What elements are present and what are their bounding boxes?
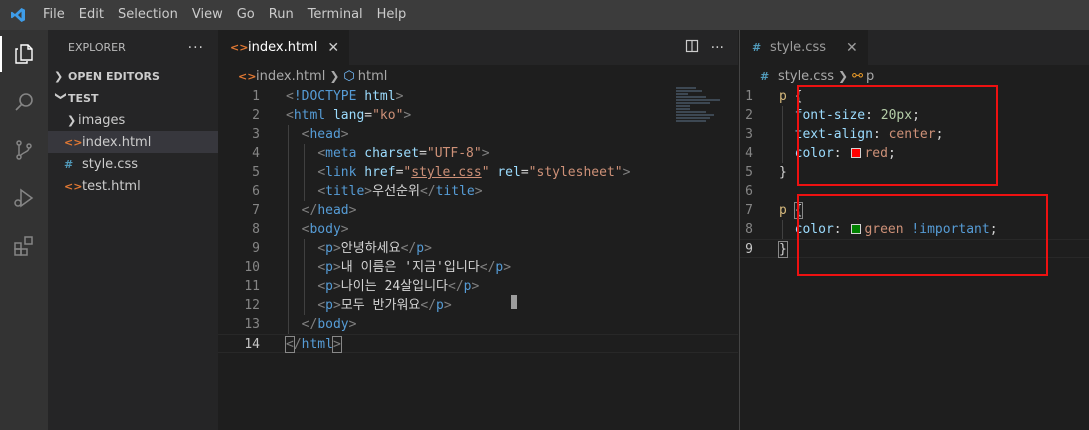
breadcrumb-file[interactable]: index.html [256,69,325,84]
tab-bar: <> index.html ✕ ··· [218,30,738,65]
minimap[interactable] [676,87,724,147]
extensions-icon[interactable] [0,222,48,270]
more-actions-icon[interactable]: ··· [711,40,724,56]
menu-run[interactable]: Run [262,0,301,30]
tab-index-html[interactable]: <> index.html ✕ [218,30,350,65]
html-file-icon: <> [230,41,249,54]
folder-section-test[interactable]: ❯ TEST [48,87,218,109]
code-line: 12 <p>모두 반가워요</p> [244,296,452,315]
highlight-box-rule-1 [797,85,998,186]
tab-style-css[interactable]: # style.css ✕ [740,30,868,65]
tree-item-label: index.html [82,134,152,150]
close-icon[interactable]: ✕ [846,40,858,56]
explorer-icon[interactable] [0,30,48,78]
element-icon: ⬡ [343,68,355,84]
selector-icon: ⚯ [852,68,863,84]
html-file-icon: <> [64,135,83,149]
code-line: 2 <html lang="ko"> [252,108,412,123]
breadcrumb-separator: ❯ [329,69,340,83]
tab-bar: # style.css ✕ [740,30,1089,65]
chevron-right-icon: ❯ [54,69,64,83]
tab-label: style.css [770,40,826,55]
code-line: 1 <!DOCTYPE html> [252,89,404,104]
code-line: 10 <p>내 이름은 '지금'입니다</p> [244,258,512,277]
code-line: 11 <p>나이는 24살입니다</p> [244,277,480,296]
menu-go[interactable]: Go [230,0,262,30]
split-editor-icon[interactable] [685,39,699,57]
tree-item-test-html[interactable]: <> test.html [48,175,218,197]
breadcrumb: <> index.html ❯ ⬡ html [218,65,738,87]
menu-terminal[interactable]: Terminal [301,0,370,30]
open-editors-section[interactable]: ❯ OPEN EDITORS [48,65,218,87]
source-control-icon[interactable] [0,126,48,174]
explorer-header: EXPLORER ··· [48,30,218,65]
run-debug-icon[interactable] [0,174,48,222]
close-icon[interactable]: ✕ [327,40,339,56]
menu-help[interactable]: Help [370,0,414,30]
activity-bar [0,30,48,430]
menu-edit[interactable]: Edit [72,0,111,30]
explorer-title: EXPLORER [68,41,126,54]
folder-label: TEST [68,91,99,105]
code-line: 9 <p>안녕하세요</p> [252,239,432,258]
code-line: 3 <head> [252,125,349,144]
vscode-logo-icon [0,0,36,30]
css-file-icon: # [64,157,74,171]
code-line: 8 <body> [252,220,349,239]
tree-item-label: style.css [82,156,138,172]
breadcrumb-separator: ❯ [838,69,849,83]
code-line-current: 14 </html> [218,334,738,353]
text-cursor-icon [511,295,517,309]
html-file-icon: <> [64,179,83,193]
tab-label: index.html [248,40,318,55]
editor-group-left: <> index.html ✕ ··· <> index.html ❯ ⬡ ht… [218,30,738,430]
css-file-icon: # [752,41,762,54]
more-actions-icon[interactable]: ··· [188,40,204,56]
html-file-icon: <> [238,69,257,83]
tree-item-label: images [78,112,126,128]
breadcrumb-symbol[interactable]: html [358,69,388,84]
title-bar: File Edit Selection View Go Run Terminal Help [0,0,1089,30]
tree-item-images[interactable]: ❯ images [48,109,218,131]
tree-item-label: test.html [82,178,141,194]
menu-file[interactable]: File [36,0,72,30]
breadcrumb-symbol[interactable]: p [866,69,874,84]
chevron-right-icon: ❯ [67,113,77,127]
chevron-down-icon: ❯ [54,91,68,101]
code-line: 7 </head> [252,201,357,220]
tree-item-index-html[interactable]: <> index.html [48,131,218,153]
explorer-sidebar: EXPLORER ··· ❯ OPEN EDITORS ❯ TEST ❯ ima… [48,30,218,430]
breadcrumb-file[interactable]: style.css [778,69,834,84]
css-file-icon: # [760,69,770,83]
editor-actions: ··· [685,30,724,65]
search-icon[interactable] [0,78,48,126]
menu-bar: File Edit Selection View Go Run Terminal Help [36,0,413,30]
menu-selection[interactable]: Selection [111,0,185,30]
menu-view[interactable]: View [185,0,230,30]
code-line: 5 <link href="style.css" rel="stylesheet… [252,163,631,182]
code-line: 13 </body> [244,315,357,334]
tree-item-style-css[interactable]: # style.css [48,153,218,175]
highlight-box-rule-2 [797,194,1048,276]
breadcrumb: # style.css ❯ ⚯ p [740,65,1089,87]
code-line: 6 <title>우선순위</title> [252,182,483,201]
code-editor-html[interactable]: 1 <!DOCTYPE html> 2 <html lang="ko"> 3 <he… [218,87,738,353]
open-editors-label: OPEN EDITORS [68,69,160,83]
code-line: 4 <meta charset="UTF-8"> [252,144,490,163]
